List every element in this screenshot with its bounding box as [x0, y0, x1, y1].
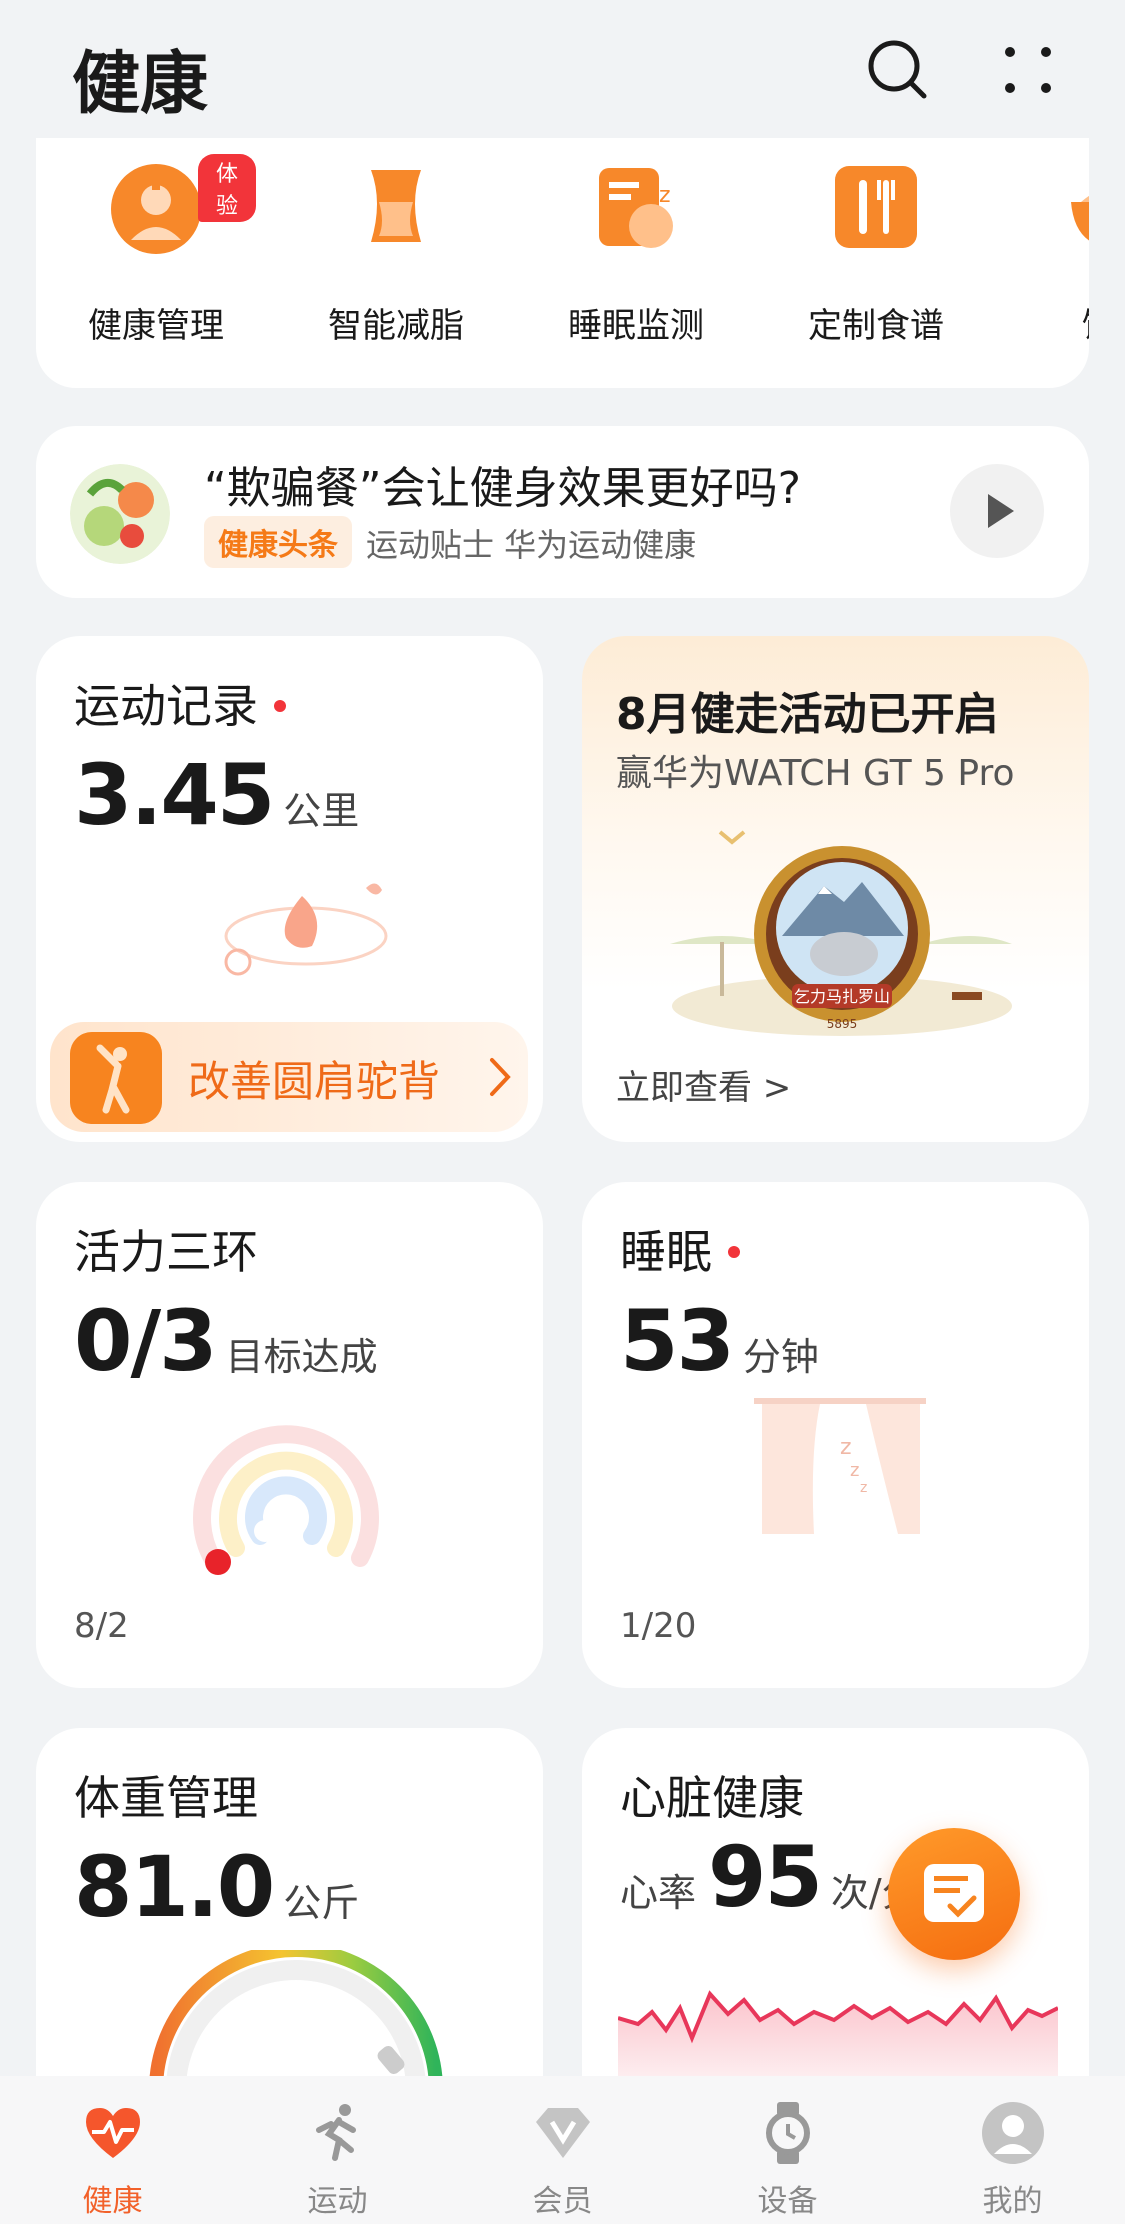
distance-unit: 公里	[283, 789, 360, 833]
nav-device[interactable]: 设备	[675, 2076, 900, 2224]
health-news-card[interactable]: “欺骗餐”会让健身效果更好吗? 健康头条 运动贴士 华为运动健康	[36, 426, 1089, 598]
medal-text: 乞力马扎罗山	[794, 987, 890, 1006]
card-value-wrap: 0/3 目标达成	[74, 1292, 378, 1390]
quick-entry-bar: 体验 健康管理 智能减脂 z 睡眠监测 定制食谱 饮食	[36, 138, 1089, 388]
weight-unit: 公斤	[283, 1881, 360, 1925]
card-title: 运动记录	[74, 679, 258, 733]
activity-rings-chart	[193, 1425, 379, 1575]
more-button[interactable]	[988, 30, 1068, 110]
new-dot	[728, 1245, 740, 1258]
quick-entry-health-management[interactable]: 体验 健康管理	[56, 148, 256, 378]
play-button[interactable]	[950, 464, 1044, 558]
quick-entry-label: 睡眠监测	[568, 306, 704, 346]
distance-value: 3.45	[74, 746, 275, 844]
sleep-date: 1/20	[620, 1606, 697, 1646]
card-title: 睡眠	[620, 1225, 712, 1279]
nav-health[interactable]: 健康	[0, 2076, 225, 2224]
quick-entry-label: 健康管理	[88, 306, 224, 346]
quick-entry-sleep-monitor[interactable]: z 睡眠监测	[536, 148, 736, 378]
sleep-icon: z	[599, 168, 673, 248]
sleep-card[interactable]: 睡眠 53 分钟 z z z 1/20	[582, 1182, 1089, 1688]
doctor-icon	[111, 164, 201, 254]
rings-unit: 目标达成	[225, 1335, 378, 1379]
quick-entry-label: 定制食谱	[808, 306, 944, 346]
trial-badge: 体验	[198, 154, 256, 222]
card-value-wrap: 53 分钟	[620, 1292, 819, 1390]
bottom-nav: 健康 运动 会员 设备 我的	[0, 2076, 1125, 2224]
card-title: 活力三环	[74, 1225, 258, 1279]
heart-rate-label: 心率	[620, 1871, 697, 1915]
rings-date: 8/2	[74, 1606, 129, 1646]
walking-event-card[interactable]: 8月健走活动已开启 赢华为WATCH GT 5 Pro 乞力马扎罗山 5895 …	[582, 636, 1089, 1142]
heart-rate-value: 95	[708, 1828, 823, 1926]
nav-member[interactable]: 会员	[450, 2076, 675, 2224]
card-title: 体重管理	[74, 1771, 258, 1825]
search-button[interactable]	[858, 30, 938, 110]
card-value-wrap: 3.45 公里	[74, 746, 359, 844]
svg-text:z: z	[860, 1480, 867, 1496]
rings-value: 0/3	[74, 1292, 218, 1390]
nav-label: 运动	[307, 2184, 368, 2219]
record-fab-button[interactable]	[888, 1828, 1020, 1960]
event-title: 8月健走活动已开启	[616, 689, 999, 740]
profile-icon	[982, 2102, 1044, 2164]
nav-mine[interactable]: 我的	[900, 2076, 1125, 2224]
food-icon	[1071, 196, 1089, 241]
news-thumbnail	[70, 464, 170, 564]
stretch-icon	[70, 1032, 162, 1124]
svg-text:z: z	[850, 1460, 859, 1481]
card-value-wrap: 心率 95 次/分	[620, 1828, 920, 1926]
card-title: 心脏健康	[620, 1771, 804, 1825]
weight-value: 81.0	[74, 1838, 275, 1936]
nav-label: 我的	[982, 2184, 1043, 2219]
sleep-unit: 分钟	[742, 1335, 819, 1379]
checklist-icon	[924, 1864, 984, 1922]
curtain-illustration: z z z	[754, 1398, 926, 1534]
watch-icon	[766, 2102, 810, 2164]
heart-rate-chart	[618, 1990, 1058, 2078]
activity-rings-card[interactable]: 活力三环 0/3 目标达成 8/2	[36, 1182, 543, 1688]
card-value-wrap: 81.0 公斤	[74, 1838, 359, 1936]
card-title-wrap: 睡眠	[620, 1216, 740, 1282]
medal-number: 5895	[827, 1017, 858, 1031]
play-icon	[988, 494, 1014, 528]
event-subtitle: 赢华为WATCH GT 5 Pro	[616, 753, 1015, 794]
body-shape-icon	[371, 170, 421, 242]
quick-entry-smart-fat-loss[interactable]: 智能减脂	[296, 148, 496, 378]
kilimanjaro-medal-illustration: 乞力马扎罗山 5895	[670, 830, 1012, 1036]
new-dot	[274, 699, 286, 712]
view-now-link[interactable]: 立即查看 >	[616, 1060, 791, 1109]
quick-entry-custom-recipe[interactable]: 定制食谱	[776, 148, 976, 378]
news-source: 运动贴士 华为运动健康	[366, 526, 697, 564]
chevron-right-icon	[490, 1058, 511, 1096]
top-bar: 健康	[0, 0, 1125, 138]
page-title: 健康	[72, 45, 209, 124]
search-icon	[868, 40, 927, 99]
diamond-icon	[536, 2108, 590, 2158]
posture-promo-button[interactable]: 改善圆肩驼背	[50, 1022, 528, 1132]
sport-record-card[interactable]: 运动记录 3.45 公里 改善圆肩驼背	[36, 636, 543, 1142]
news-title: “欺骗餐”会让健身效果更好吗?	[204, 463, 801, 514]
running-icon	[316, 2104, 356, 2161]
calorie-flame-illustration	[224, 883, 388, 976]
nav-label: 会员	[532, 2184, 593, 2219]
news-tag: 健康头条	[204, 516, 352, 568]
svg-text:z: z	[659, 183, 671, 208]
sleep-value: 53	[620, 1292, 735, 1390]
nav-label: 健康	[82, 2184, 143, 2219]
svg-text:z: z	[840, 1435, 852, 1460]
quick-entry-label: 饮食	[1016, 298, 1089, 347]
cutlery-icon	[835, 166, 917, 248]
quick-entry-label: 智能减脂	[328, 306, 464, 346]
weight-gauge	[149, 1950, 443, 2090]
heart-icon	[86, 2108, 140, 2158]
nav-exercise[interactable]: 运动	[225, 2076, 450, 2224]
quick-entry-diet[interactable]: 饮食	[1016, 148, 1089, 378]
nav-label: 设备	[757, 2184, 818, 2219]
more-icon	[1005, 47, 1051, 93]
card-title-wrap: 运动记录	[74, 670, 286, 736]
promo-label: 改善圆肩驼背	[188, 1057, 441, 1106]
